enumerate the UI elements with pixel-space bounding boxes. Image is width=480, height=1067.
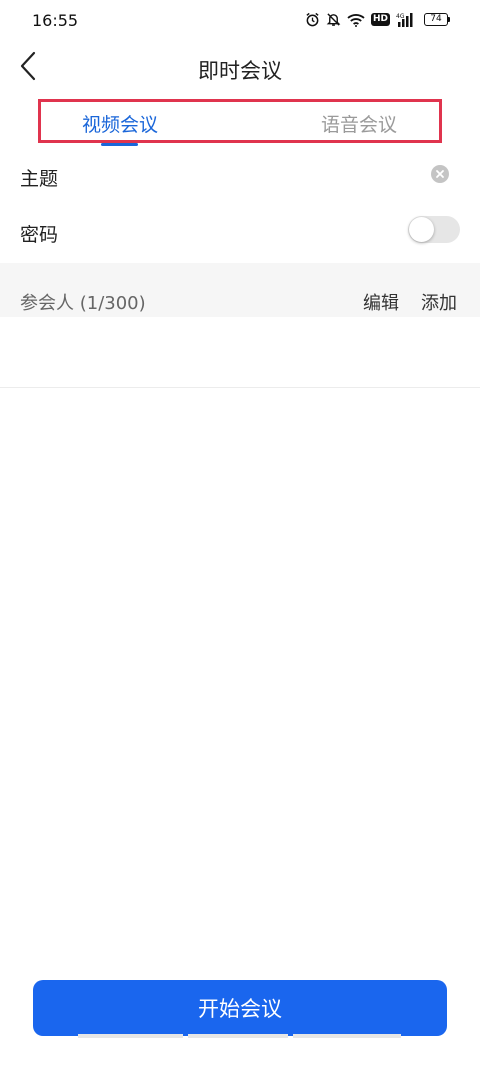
top-bar: 即时会议 — [0, 40, 480, 96]
clear-icon[interactable] — [431, 165, 449, 183]
participants-header: 参会人 (1/300) 编辑 添加 — [0, 263, 480, 317]
alarm-icon — [305, 12, 320, 27]
page-title: 即时会议 — [198, 59, 282, 83]
edit-participants-button[interactable]: 编辑 — [363, 289, 399, 315]
password-toggle[interactable] — [408, 216, 460, 243]
password-label: 密码 — [20, 224, 59, 246]
tab-voice-meeting[interactable]: 语音会议 — [321, 110, 397, 137]
participants-list — [0, 317, 480, 388]
wifi-icon — [347, 13, 365, 27]
add-participants-button[interactable]: 添加 — [421, 289, 457, 315]
toggle-knob — [409, 217, 434, 242]
meeting-type-tabs: 视频会议 语音会议 — [38, 99, 442, 143]
status-bar: 16:55 HD 4G 74 — [0, 0, 480, 40]
signal-icon: 4G — [396, 12, 418, 27]
battery-icon: 74 — [424, 13, 450, 26]
subject-row[interactable]: 主题 — [0, 148, 480, 204]
mute-icon — [326, 12, 341, 27]
participants-label: 参会人 (1/300) — [20, 293, 146, 314]
nav-bar-segment — [78, 1034, 183, 1038]
nav-bar-segment — [188, 1034, 288, 1038]
start-meeting-button[interactable]: 开始会议 — [33, 980, 447, 1036]
subject-label: 主题 — [20, 168, 59, 190]
nav-bar-segment — [293, 1034, 401, 1038]
status-icons: HD 4G 74 — [305, 12, 450, 27]
hd-icon: HD — [370, 13, 390, 26]
status-time: 16:55 — [32, 11, 79, 30]
battery-level: 74 — [424, 13, 448, 26]
network-type: 4G — [396, 13, 405, 20]
active-tab-indicator — [101, 143, 138, 146]
tab-video-meeting[interactable]: 视频会议 — [82, 110, 158, 137]
